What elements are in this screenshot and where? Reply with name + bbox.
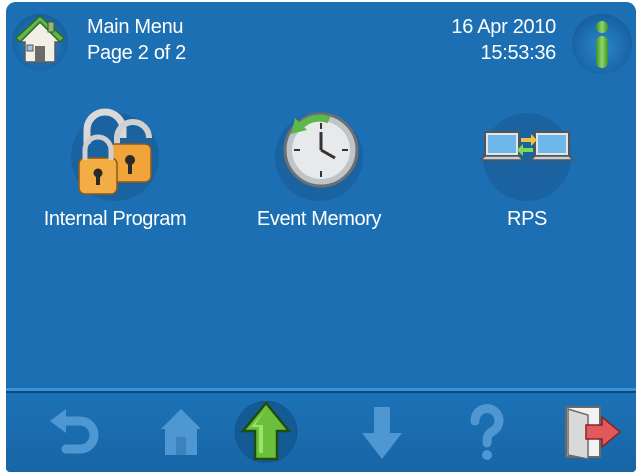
tile-label: Internal Program [43, 208, 187, 230]
down-arrow-icon [362, 407, 402, 459]
menu-title: Main Menu [87, 16, 184, 38]
networked-laptops-icon [479, 113, 575, 201]
house-icon [14, 14, 66, 63]
home-icon [161, 409, 201, 455]
header-title-block: Main Menu Page 2 of 2 [87, 14, 186, 66]
back-arrow-icon [50, 409, 99, 454]
tile-internal-program[interactable]: Internal Program [20, 102, 210, 252]
info-button[interactable] [572, 14, 632, 74]
info-icon [596, 21, 608, 68]
screen: Main Menu Page 2 of 2 16 Apr 2010 15:53:… [0, 0, 638, 474]
tile-label: Event Memory [256, 208, 382, 230]
exit-icon [565, 406, 622, 460]
bottom-nav-bar [6, 393, 636, 472]
help-button[interactable] [453, 399, 521, 465]
back-button[interactable] [40, 399, 108, 465]
up-button[interactable] [233, 395, 299, 467]
clock-history-icon [275, 112, 363, 201]
time-text: 15:53:36 [480, 42, 557, 64]
help-icon [470, 404, 504, 460]
tile-rps[interactable]: RPS [432, 102, 622, 252]
tile-event-memory[interactable]: Event Memory [224, 102, 414, 252]
tile-label: RPS [507, 208, 547, 230]
date-text: 16 Apr 2010 [451, 16, 556, 38]
down-button[interactable] [348, 399, 416, 465]
header-datetime-block: 16 Apr 2010 15:53:36 [451, 14, 556, 66]
exit-button[interactable] [558, 399, 626, 465]
padlock-open-icon [71, 108, 159, 201]
control-panel: Main Menu Page 2 of 2 16 Apr 2010 15:53:… [6, 2, 636, 472]
up-arrow-icon [235, 401, 297, 463]
home-nav-button[interactable] [147, 399, 215, 465]
page-indicator: Page 2 of 2 [87, 42, 187, 64]
home-button[interactable] [12, 14, 68, 70]
main-area: Main Menu Page 2 of 2 16 Apr 2010 15:53:… [6, 2, 636, 388]
